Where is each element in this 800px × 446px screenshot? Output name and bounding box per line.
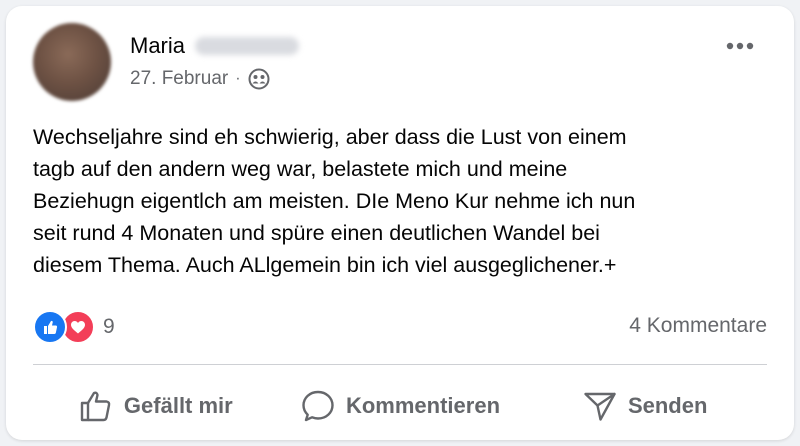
post-date[interactable]: 27. Februar <box>130 68 228 90</box>
post-meta: 27. Februar · <box>130 68 270 90</box>
like-icon <box>33 310 67 344</box>
more-options-icon <box>726 42 754 50</box>
comments-count-link[interactable]: 4 Kommentare <box>629 314 767 338</box>
comment-label: Kommentieren <box>345 393 501 418</box>
reactions-summary[interactable]: 9 <box>33 310 115 344</box>
send-icon <box>582 388 618 424</box>
author-row: Maria <box>130 33 300 59</box>
author-surname-redacted <box>195 37 300 55</box>
like-label: Gefällt mir <box>123 393 233 418</box>
meta-separator: · <box>235 70 241 87</box>
post-card: Maria 27. Februar · Wechseljahre sind eh… <box>6 6 794 440</box>
reaction-count: 9 <box>103 315 115 338</box>
friends-icon[interactable] <box>248 68 270 90</box>
like-button[interactable]: Gefällt mir <box>33 378 278 434</box>
divider <box>33 364 767 365</box>
more-options-button[interactable] <box>722 34 758 58</box>
comment-button[interactable]: Kommentieren <box>278 378 523 434</box>
send-label: Senden <box>627 393 708 418</box>
action-bar: Gefällt mir Kommentieren Senden <box>33 378 767 434</box>
send-button[interactable]: Senden <box>522 378 767 434</box>
author-name[interactable]: Maria <box>130 33 185 59</box>
avatar[interactable] <box>33 23 111 101</box>
thumbs-up-icon <box>78 388 114 424</box>
post-body: Wechseljahre sind eh schwierig, aber das… <box>33 125 636 277</box>
comment-bubble-icon <box>300 388 336 424</box>
